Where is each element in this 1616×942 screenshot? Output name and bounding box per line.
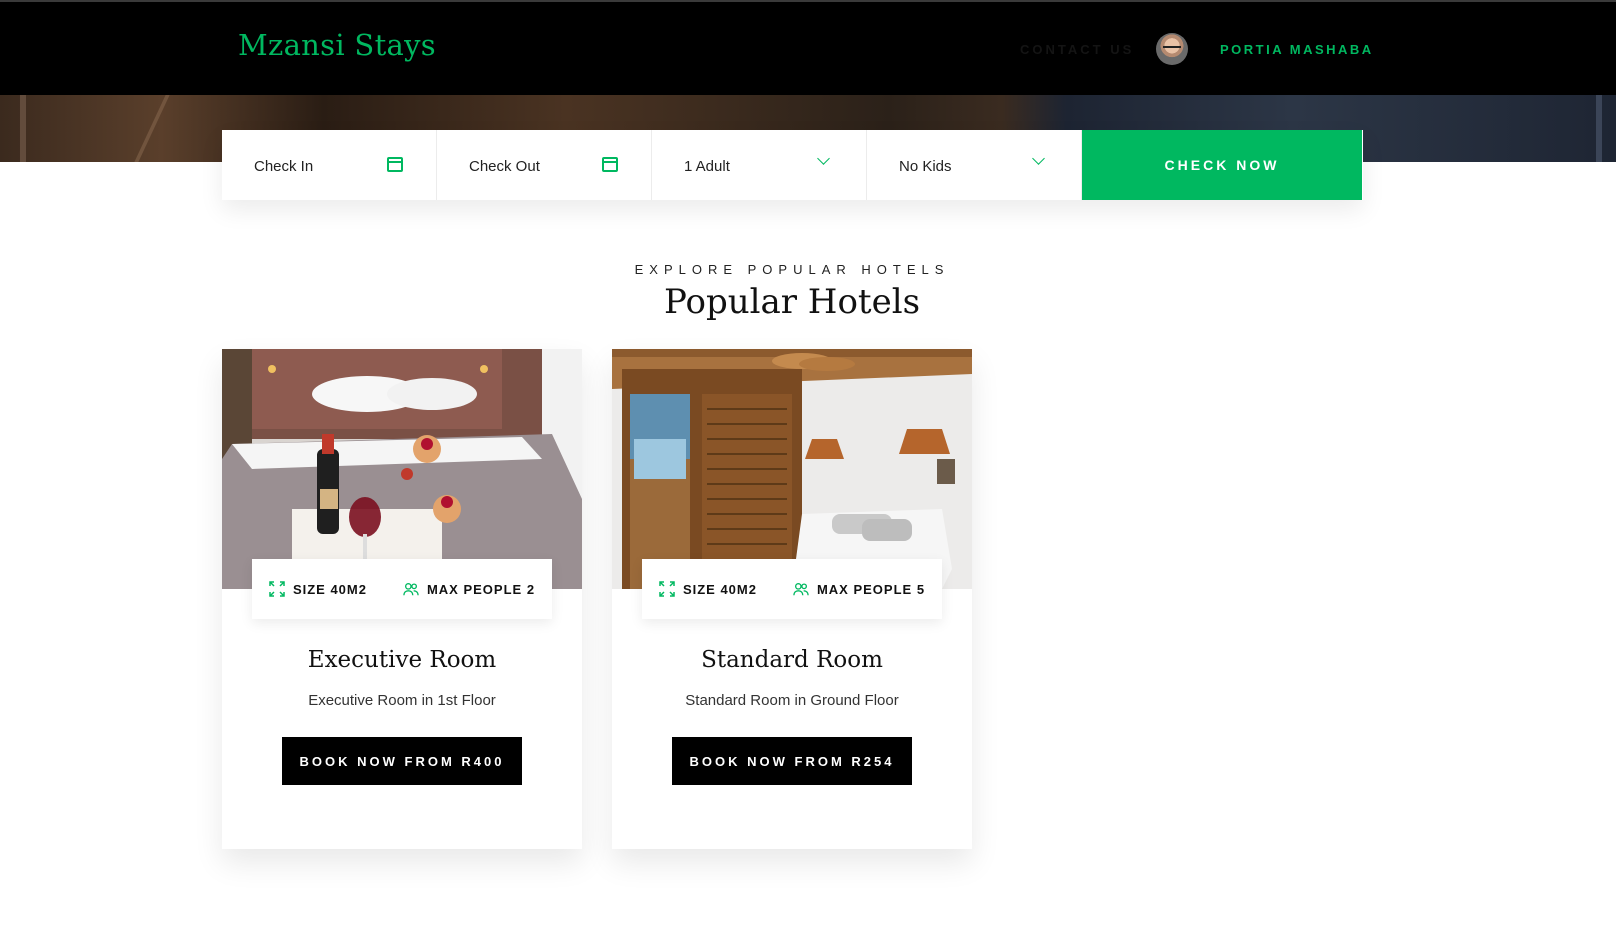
kids-select[interactable]: No Kids (867, 130, 1082, 200)
room-meta: SIZE 40M2 MAX PEOPLE 5 (642, 559, 942, 619)
room-title[interactable]: Executive Room (222, 647, 582, 673)
room-size-label: SIZE 40M2 (292, 581, 367, 597)
room-capacity: MAX PEOPLE 5 (793, 581, 925, 597)
room-photo[interactable] (612, 349, 972, 589)
check-out-field[interactable]: Check Out (437, 130, 652, 200)
room-capacity-label: MAX PEOPLE 5 (816, 581, 926, 597)
expand-icon (269, 581, 285, 597)
room-photo[interactable] (222, 349, 582, 589)
room-card: SIZE 40M2 MAX PEOPLE 2 Executive Room Ex… (222, 349, 582, 849)
room-description: Standard Room in Ground Floor (685, 692, 899, 709)
nav-contact-us[interactable]: CONTACT US (1020, 42, 1134, 57)
room-meta: SIZE 40M2 MAX PEOPLE 2 (252, 559, 552, 619)
avatar[interactable] (1156, 33, 1188, 65)
expand-icon (659, 581, 675, 597)
people-icon (403, 583, 419, 596)
room-capacity-label: MAX PEOPLE 2 (426, 581, 536, 597)
section-title: Popular Hotels (663, 282, 921, 322)
chevron-down-icon (817, 152, 830, 165)
calendar-icon[interactable] (602, 157, 618, 172)
room-size-label: SIZE 40M2 (682, 581, 757, 597)
check-in-label: Check In (254, 158, 314, 175)
booking-form: Check In Check Out 1 Adult No Kids CHECK… (222, 130, 1363, 200)
book-now-button[interactable]: BOOK NOW FROM R254 (672, 737, 912, 785)
check-in-field[interactable]: Check In (222, 130, 437, 200)
chevron-down-icon (1032, 152, 1045, 165)
room-size: SIZE 40M2 (659, 581, 757, 597)
kids-value: No Kids (899, 158, 952, 175)
brand-logo[interactable]: Mzansi Stays (238, 28, 436, 62)
people-icon (793, 583, 809, 596)
section-eyebrow: EXPLORE POPULAR HOTELS (634, 262, 950, 277)
room-size: SIZE 40M2 (269, 581, 367, 597)
adults-value: 1 Adult (684, 158, 730, 175)
room-card: SIZE 40M2 MAX PEOPLE 5 Standard Room Sta… (612, 349, 972, 849)
site-header: Mzansi Stays CONTACT US PORTIA MASHABA (0, 2, 1616, 95)
room-description: Executive Room in 1st Floor (308, 692, 496, 709)
user-name-link[interactable]: PORTIA MASHABA (1220, 42, 1374, 57)
check-now-button[interactable]: CHECK NOW (1082, 130, 1362, 200)
hero-detail (20, 95, 26, 162)
adults-select[interactable]: 1 Adult (652, 130, 867, 200)
hero-detail (1596, 95, 1602, 162)
room-title[interactable]: Standard Room (612, 647, 972, 673)
check-out-label: Check Out (469, 158, 540, 175)
calendar-icon[interactable] (387, 157, 403, 172)
room-capacity: MAX PEOPLE 2 (403, 581, 535, 597)
book-now-button[interactable]: BOOK NOW FROM R400 (282, 737, 522, 785)
